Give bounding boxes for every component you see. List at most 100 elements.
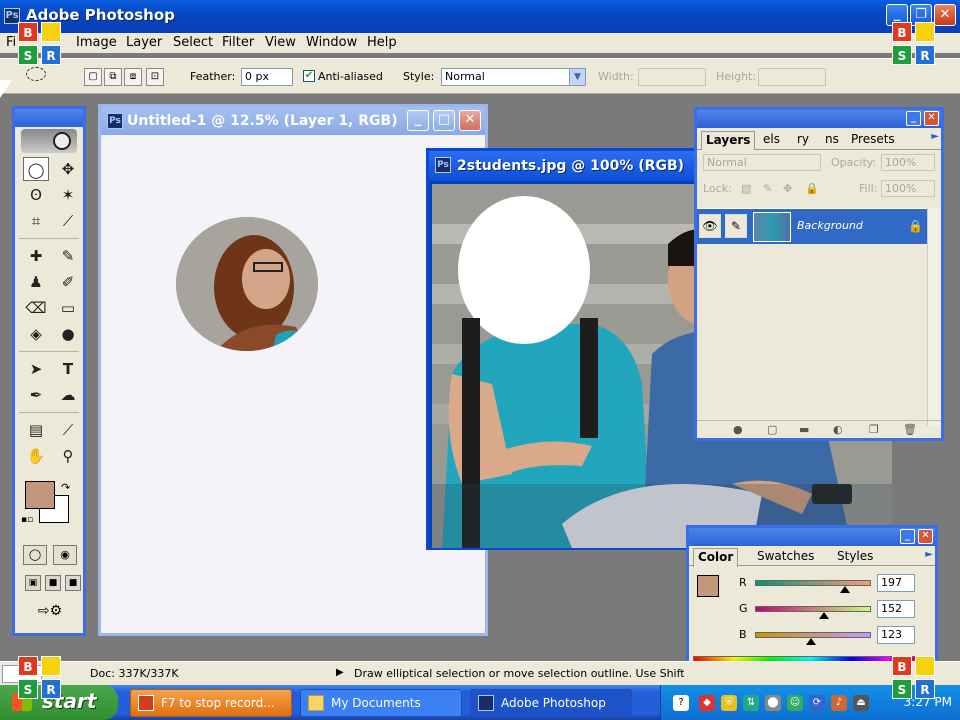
- layer-style-icon[interactable]: ▢: [767, 423, 777, 436]
- lock-image-icon[interactable]: ✎: [763, 182, 772, 195]
- menu-help[interactable]: Help: [367, 35, 397, 50]
- new-group-icon[interactable]: ▬: [799, 423, 809, 436]
- magic-wand-tool-icon[interactable]: ✶: [55, 183, 81, 207]
- tab-swatches[interactable]: Swatches: [753, 548, 818, 564]
- red-slider-track[interactable]: [755, 580, 871, 586]
- panel-close-button[interactable]: ✕: [924, 111, 939, 126]
- panel-menu-icon[interactable]: ►: [925, 549, 933, 560]
- red-input[interactable]: 197: [877, 574, 915, 592]
- fill-input[interactable]: 100%: [881, 180, 935, 197]
- lock-transparency-icon[interactable]: ▧: [741, 182, 751, 195]
- task-recorder[interactable]: F7 to stop record...: [130, 689, 292, 717]
- subtract-selection-icon[interactable]: ⧈: [124, 68, 142, 86]
- lock-position-icon[interactable]: ✥: [783, 182, 792, 195]
- notes-tool-icon[interactable]: ▤: [23, 418, 49, 442]
- brush-tool-icon[interactable]: ✎: [55, 244, 81, 268]
- volume-icon[interactable]: ♪: [831, 695, 847, 711]
- menu-window[interactable]: Window: [306, 35, 357, 50]
- tab-channels[interactable]: els: [759, 131, 784, 147]
- minimize-button[interactable]: _: [407, 110, 429, 131]
- photoshop-eye-logo-icon[interactable]: [21, 129, 77, 153]
- tab-layers[interactable]: Layers: [701, 131, 756, 150]
- antivirus-icon[interactable]: ⬤: [765, 695, 781, 711]
- shape-tool-icon[interactable]: ☁: [55, 383, 81, 407]
- add-selection-icon[interactable]: ⧉: [104, 68, 122, 86]
- style-select[interactable]: Normal ▼: [441, 68, 586, 86]
- help-icon[interactable]: ?: [673, 695, 689, 711]
- hand-tool-icon[interactable]: ✋: [23, 444, 49, 468]
- tab-history[interactable]: ry: [793, 131, 813, 147]
- screen-mode-full-menu-button[interactable]: ■: [45, 575, 61, 591]
- panel-minimize-button[interactable]: _: [900, 529, 915, 544]
- zoom-tool-icon[interactable]: ⚲: [55, 444, 81, 468]
- layers-scrollbar[interactable]: [927, 208, 941, 426]
- tray-app-icon[interactable]: ◆: [699, 695, 715, 711]
- network-icon[interactable]: ⇅: [743, 695, 759, 711]
- adjustment-layer-icon[interactable]: ◐: [833, 423, 843, 436]
- clone-stamp-tool-icon[interactable]: ♟: [23, 270, 49, 294]
- panel-menu-icon[interactable]: ►: [931, 131, 939, 142]
- screen-mode-full-button[interactable]: ■: [65, 575, 81, 591]
- tab-actions[interactable]: ns: [821, 131, 843, 147]
- color-panel-foreground-swatch[interactable]: [697, 575, 719, 597]
- visibility-eye-icon[interactable]: 👁: [699, 214, 721, 238]
- quick-mask-mode-button[interactable]: ◉: [53, 545, 77, 565]
- menu-select[interactable]: Select: [173, 35, 213, 50]
- screen-mode-standard-button[interactable]: ▣: [25, 575, 41, 591]
- move-tool-icon[interactable]: ✥: [55, 157, 81, 181]
- panel-caption[interactable]: _ ✕: [697, 110, 941, 128]
- type-tool-icon[interactable]: T: [55, 357, 81, 381]
- green-slider-handle[interactable]: [819, 612, 830, 619]
- red-slider-handle[interactable]: [839, 586, 850, 593]
- gradient-tool-icon[interactable]: ▭: [55, 296, 81, 320]
- anti-aliased-checkbox[interactable]: ✔: [303, 70, 315, 82]
- usb-icon[interactable]: ⏏: [853, 695, 869, 711]
- blend-mode-select[interactable]: Normal: [703, 154, 821, 171]
- path-selection-tool-icon[interactable]: ➤: [23, 357, 49, 381]
- blue-slider-handle[interactable]: [805, 638, 816, 645]
- messenger-icon[interactable]: ☺: [787, 695, 803, 711]
- lasso-tool-icon[interactable]: ʘ: [23, 183, 49, 207]
- layer-row-background[interactable]: 👁 ✎ Background 🔒: [697, 208, 929, 244]
- green-input[interactable]: 152: [877, 600, 915, 618]
- width-input[interactable]: [638, 68, 706, 86]
- link-layer-icon[interactable]: ●: [733, 423, 743, 436]
- status-menu-icon[interactable]: ▶: [336, 667, 344, 678]
- circular-selection-photo[interactable]: [176, 217, 318, 351]
- history-brush-tool-icon[interactable]: ✐: [55, 270, 81, 294]
- menu-layer[interactable]: Layer: [126, 35, 162, 50]
- lock-all-icon[interactable]: 🔒: [805, 182, 819, 195]
- standard-mode-button[interactable]: ◯: [23, 545, 47, 565]
- tab-styles[interactable]: Styles: [833, 548, 877, 564]
- slice-tool-icon[interactable]: ⟋: [55, 209, 81, 233]
- foreground-color-swatch[interactable]: [25, 481, 55, 509]
- update-icon[interactable]: ⟳: [809, 695, 825, 711]
- document-caption[interactable]: Ps Untitled-1 @ 12.5% (Layer 1, RGB) _ □…: [101, 107, 485, 135]
- task-my-documents[interactable]: My Documents: [300, 689, 462, 717]
- green-slider-track[interactable]: [755, 606, 871, 612]
- menu-image[interactable]: Image: [76, 35, 117, 50]
- healing-brush-tool-icon[interactable]: ✚: [23, 244, 49, 268]
- blue-input[interactable]: 123: [877, 626, 915, 644]
- task-photoshop[interactable]: Adobe Photoshop: [470, 689, 632, 717]
- menu-filter[interactable]: Filter: [222, 35, 254, 50]
- eraser-tool-icon[interactable]: ⌫: [23, 296, 49, 320]
- delete-layer-icon[interactable]: 🗑: [903, 423, 917, 436]
- tab-color[interactable]: Color: [693, 548, 739, 567]
- panel-close-button[interactable]: ✕: [918, 529, 933, 544]
- default-colors-icon[interactable]: ▪▫: [21, 515, 33, 525]
- intersect-selection-icon[interactable]: ⊡: [146, 68, 164, 86]
- opacity-input[interactable]: 100%: [881, 154, 935, 171]
- feather-input[interactable]: 0 px: [241, 68, 293, 86]
- new-selection-icon[interactable]: ▢: [84, 68, 102, 86]
- menu-view[interactable]: View: [265, 35, 296, 50]
- panel-minimize-button[interactable]: _: [906, 111, 921, 126]
- elliptical-marquee-tool-icon[interactable]: ◯: [23, 157, 49, 181]
- menu-file[interactable]: Fi: [6, 35, 16, 50]
- swap-colors-icon[interactable]: ↷: [61, 481, 70, 494]
- panel-caption[interactable]: _ ✕: [689, 528, 935, 546]
- eyedropper-tool-icon[interactable]: ⟋: [55, 418, 81, 442]
- jump-to-imageready-icon[interactable]: ⇨⚙: [25, 603, 75, 625]
- maximize-button[interactable]: □: [433, 110, 455, 131]
- new-layer-icon[interactable]: ❐: [869, 423, 879, 436]
